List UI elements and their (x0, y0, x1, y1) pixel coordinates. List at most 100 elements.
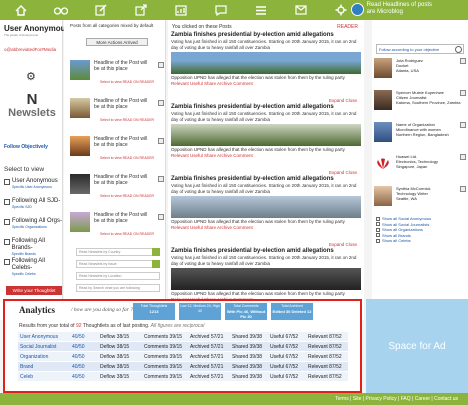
filter-by-search[interactable]: Read by Search what you are following (76, 284, 160, 292)
follow-checkbox[interactable] (460, 154, 466, 160)
feed-title[interactable]: Zambia finishes presidential by-election… (171, 104, 361, 111)
row-name[interactable]: Brand (18, 364, 72, 370)
post-item[interactable]: Headline of the Post will be at this pla… (68, 134, 164, 166)
post-select-checkbox[interactable] (158, 214, 164, 220)
post-select-checkbox[interactable] (158, 62, 164, 68)
post-read-link[interactable]: Select to view READ ON READER (100, 232, 154, 236)
view-option[interactable]: Following All Orgs- Specific Organization… (4, 218, 62, 229)
follow-objectively-link[interactable]: Follow Objectively (4, 144, 48, 150)
feed-title[interactable]: Zambia finishes presidential by-election… (171, 32, 361, 39)
analytics-table: User Anonymous 40/50 Deflow 38/15 Commen… (18, 332, 348, 382)
view-option-label: Following All SJD- (12, 198, 61, 204)
view-option[interactable]: User Anonymous Specific User Anonymous (4, 178, 58, 189)
expand-close-controls[interactable]: Expand Close (329, 170, 357, 175)
chart-icon[interactable] (174, 4, 188, 16)
edit-icon[interactable] (94, 4, 108, 16)
feed-body: Voting has just finished in all 150 cons… (171, 255, 357, 266)
filter-by-issue[interactable]: Read Newslets by Issue (76, 260, 160, 268)
feed-actions[interactable]: Relevant Useful Share Archive Comment (171, 153, 361, 159)
row-name[interactable]: Organization (18, 354, 72, 360)
post-select-checkbox[interactable] (158, 176, 164, 182)
share-icon[interactable] (134, 4, 148, 16)
post-read-link[interactable]: Select to view READ ON READER (100, 80, 154, 84)
view-checkbox[interactable] (4, 259, 10, 265)
follow-card[interactable]: Synthia McCormick Technology Writer Seattl… (374, 186, 466, 216)
follow-search-input[interactable]: Follow according to your objective (376, 44, 464, 54)
settings-gear-icon[interactable]: ⚙ (26, 70, 36, 83)
view-checkbox[interactable] (4, 219, 10, 225)
mail-icon[interactable] (294, 4, 308, 16)
filter-go-button[interactable] (152, 260, 160, 268)
footer-links[interactable]: Terms | Site | Privacy Policy | FAQ | Ca… (0, 393, 468, 405)
post-item[interactable]: Headline of the Post will be at this pla… (68, 58, 164, 90)
search-icon[interactable] (455, 46, 462, 53)
view-option-sub[interactable]: Specific Organizations (12, 225, 62, 229)
follow-checkbox[interactable] (460, 58, 466, 64)
post-item[interactable]: Headline of the Post will be at this pla… (68, 172, 164, 204)
filter-go-button[interactable] (152, 248, 160, 256)
user-handle[interactable]: o@abbreviatedFor#Media (4, 47, 62, 52)
feed-actions[interactable]: Relevant Useful Share Archive Comment (171, 81, 361, 87)
row-name[interactable]: Social Journalist (18, 344, 72, 350)
gear-icon[interactable] (334, 4, 348, 16)
follow-card[interactable]: Huawei Ltd. Electronics, Technology Singap… (374, 154, 466, 184)
post-title[interactable]: Headline of the Post will be at this pla… (94, 136, 154, 148)
view-checkbox[interactable] (4, 199, 10, 205)
expand-close-controls[interactable]: Expand Close (329, 98, 357, 103)
row-comments: Comments 39/15 (144, 363, 183, 370)
view-option-sub[interactable]: Specific Celebs (12, 272, 62, 276)
show-all-checkbox[interactable] (376, 222, 380, 227)
post-thumbnail (70, 98, 90, 118)
post-select-checkbox[interactable] (158, 138, 164, 144)
view-option-sub[interactable]: Specific SJD (12, 205, 60, 209)
post-item[interactable]: Headline of the Post will be at this pla… (68, 96, 164, 128)
view-option[interactable]: Following All Celebs- Specific Celebs (4, 258, 62, 276)
view-option-sub[interactable]: Specific Brands (12, 252, 62, 256)
row-name[interactable]: User Anonymous (18, 334, 72, 340)
post-select-checkbox[interactable] (158, 100, 164, 106)
post-read-link[interactable]: Select to view READ ON READER (100, 156, 154, 160)
expand-close-controls[interactable]: Expand Close (329, 242, 357, 247)
post-title[interactable]: Headline of the Post will be at this pla… (94, 98, 154, 110)
row-shared: Shared 39/38 (232, 373, 263, 380)
write-thoughtlet-button[interactable]: Write your Thoughtlet (6, 286, 62, 295)
reader-label[interactable]: READER (337, 24, 358, 30)
list-icon[interactable] (254, 4, 268, 16)
follow-checkbox[interactable] (460, 186, 466, 192)
view-option[interactable]: Following All SJD- Specific SJD (4, 198, 60, 209)
view-checkbox[interactable] (4, 179, 10, 185)
read-headlines-link[interactable]: Read Headlines of posts are Microblog (350, 2, 432, 16)
ad-space[interactable]: Space for Ad (366, 299, 468, 393)
follow-card[interactable]: Spencer Mulele Kupenhwe Citizen Journalis… (374, 90, 466, 120)
message-icon[interactable] (214, 4, 228, 16)
follow-checkbox[interactable] (460, 90, 466, 96)
view-option[interactable]: Following All Brands- Specific Brands (4, 238, 62, 256)
filter-by-location[interactable]: Read Newslets by Location (76, 272, 160, 280)
show-all-checkbox[interactable] (376, 227, 380, 232)
post-read-link[interactable]: Select to view READ ON READER (100, 194, 154, 198)
follow-card[interactable]: Juta Rodriguez Ducket Atlanta, USA (374, 58, 466, 88)
table-row: User Anonymous 40/50 Deflow 38/15 Commen… (18, 332, 348, 342)
feed-title[interactable]: Zambia finishes presidential by-election… (171, 248, 361, 255)
feed-title[interactable]: Zambia finishes presidential by-election… (171, 176, 361, 183)
show-all-checkbox[interactable] (376, 238, 380, 243)
binoculars-icon[interactable] (54, 4, 68, 16)
post-read-link[interactable]: Select to view READ ON READER (100, 118, 154, 122)
more-actions-button[interactable]: More Actions Arrived (86, 38, 148, 46)
post-title[interactable]: Headline of the Post will be at this pla… (94, 174, 154, 186)
show-all-item[interactable]: Show all Celebs (376, 238, 431, 244)
post-title[interactable]: Headline of the Post will be at this pla… (94, 212, 154, 224)
filter-by-country[interactable]: Read Newslets by Country (76, 248, 160, 256)
view-checkbox[interactable] (4, 239, 10, 245)
reader-feed: You clicked on these Posts READER Zambia… (168, 20, 364, 320)
view-option-sub[interactable]: Specific User Anonymous (12, 185, 58, 189)
feed-actions[interactable]: Relevant Useful Share Archive Comment (171, 225, 361, 231)
post-item[interactable]: Headline of the Post will be at this pla… (68, 210, 164, 242)
show-all-checkbox[interactable] (376, 216, 380, 221)
show-all-checkbox[interactable] (376, 233, 380, 238)
row-name[interactable]: Celeb (18, 374, 72, 380)
follow-checkbox[interactable] (460, 122, 466, 128)
follow-card[interactable]: Name of Organization Microfinance with wo… (374, 122, 466, 152)
post-title[interactable]: Headline of the Post will be at this pla… (94, 60, 154, 72)
home-icon[interactable] (14, 4, 28, 16)
